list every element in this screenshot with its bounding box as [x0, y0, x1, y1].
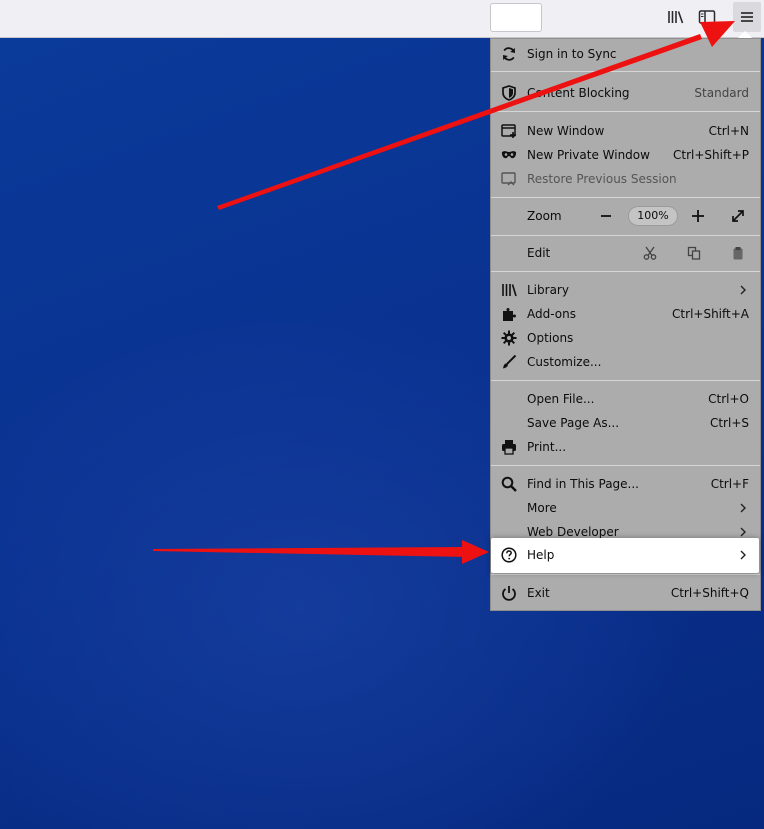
power-icon [501, 585, 517, 601]
more-item[interactable]: More [491, 496, 760, 520]
paintbrush-icon [501, 354, 517, 370]
exit-shortcut: Ctrl+Shift+Q [670, 586, 749, 600]
restore-session-label: Restore Previous Session [527, 172, 677, 186]
sidebar-icon[interactable] [694, 4, 720, 30]
addons-label: Add-ons [527, 307, 576, 321]
restore-session-item[interactable]: Restore Previous Session [491, 167, 760, 191]
customize-item[interactable]: Customize... [491, 350, 760, 374]
hamburger-menu-icon[interactable] [733, 2, 761, 32]
edit-label: Edit [527, 246, 551, 260]
addons-item[interactable]: Add-ons Ctrl+Shift+A [491, 302, 760, 326]
search-icon [501, 476, 517, 492]
zoom-out-button[interactable] [595, 207, 617, 225]
save-page-label: Save Page As... [527, 416, 620, 430]
separator [491, 71, 760, 72]
shield-icon [501, 85, 517, 101]
new-private-window-label: New Private Window [527, 148, 650, 162]
private-mask-icon [501, 147, 517, 163]
open-file-item[interactable]: Open File... Ctrl+O [491, 387, 760, 411]
exit-item[interactable]: Exit Ctrl+Shift+Q [491, 581, 760, 605]
addons-shortcut: Ctrl+Shift+A [672, 307, 749, 321]
find-in-page-item[interactable]: Find in This Page... Ctrl+F [491, 472, 760, 496]
separator [491, 235, 760, 236]
more-label: More [527, 501, 557, 515]
content-blocking-label: Content Blocking [527, 86, 630, 100]
new-window-icon [501, 123, 517, 139]
content-blocking-status: Standard [694, 86, 749, 100]
app-menu-panel: Sign in to Sync Content Blocking Standar… [490, 38, 761, 611]
browser-toolbar [0, 0, 764, 38]
new-window-item[interactable]: New Window Ctrl+N [491, 119, 760, 143]
chevron-right-icon [740, 550, 746, 560]
open-file-label: Open File... [527, 392, 595, 406]
help-row: Help [491, 543, 760, 567]
web-developer-label: Web Developer [527, 525, 619, 539]
save-page-item[interactable]: Save Page As... Ctrl+S [491, 411, 760, 435]
library-item[interactable]: Library [491, 278, 760, 302]
fullscreen-button[interactable] [727, 207, 749, 225]
customize-label: Customize... [527, 355, 602, 369]
new-private-window-item[interactable]: New Private Window Ctrl+Shift+P [491, 143, 760, 167]
help-label: Help [527, 548, 555, 562]
zoom-in-button[interactable] [687, 207, 709, 225]
library-icon [501, 282, 517, 298]
zoom-row: Zoom 100% [491, 204, 760, 228]
chevron-right-icon [740, 285, 746, 295]
exit-label: Exit [527, 586, 550, 600]
gear-icon [501, 330, 517, 346]
new-window-shortcut: Ctrl+N [708, 124, 749, 138]
separator [491, 465, 760, 466]
url-field[interactable] [490, 3, 542, 32]
separator [491, 380, 760, 381]
zoom-label: Zoom [527, 209, 562, 223]
sign-in-to-sync-item[interactable]: Sign in to Sync [491, 42, 760, 66]
separator [491, 271, 760, 272]
separator [491, 197, 760, 198]
library-icon[interactable] [663, 4, 689, 30]
restore-session-icon [501, 171, 517, 187]
help-question-icon [501, 547, 517, 563]
find-in-page-shortcut: Ctrl+F [710, 477, 749, 491]
sync-icon [501, 46, 517, 62]
options-item[interactable]: Options [491, 326, 760, 350]
paste-icon[interactable] [727, 244, 749, 262]
copy-icon[interactable] [683, 244, 705, 262]
chevron-right-icon [740, 503, 746, 513]
help-item[interactable]: Help [491, 538, 759, 573]
zoom-reset-button[interactable]: 100% [628, 206, 678, 226]
puzzle-piece-icon [501, 306, 517, 322]
find-in-page-label: Find in This Page... [527, 477, 639, 491]
new-private-window-shortcut: Ctrl+Shift+P [673, 148, 749, 162]
cut-icon[interactable] [639, 244, 661, 262]
open-file-shortcut: Ctrl+O [708, 392, 749, 406]
save-page-shortcut: Ctrl+S [709, 416, 749, 430]
separator [491, 111, 760, 112]
library-label: Library [527, 283, 569, 297]
print-label: Print... [527, 440, 567, 454]
content-blocking-item[interactable]: Content Blocking Standard [491, 81, 760, 105]
edit-row: Edit [491, 241, 760, 265]
new-window-label: New Window [527, 124, 605, 138]
options-label: Options [527, 331, 574, 345]
sign-in-label: Sign in to Sync [527, 47, 617, 61]
separator [491, 574, 760, 575]
print-item[interactable]: Print... [491, 435, 760, 459]
printer-icon [501, 439, 517, 455]
